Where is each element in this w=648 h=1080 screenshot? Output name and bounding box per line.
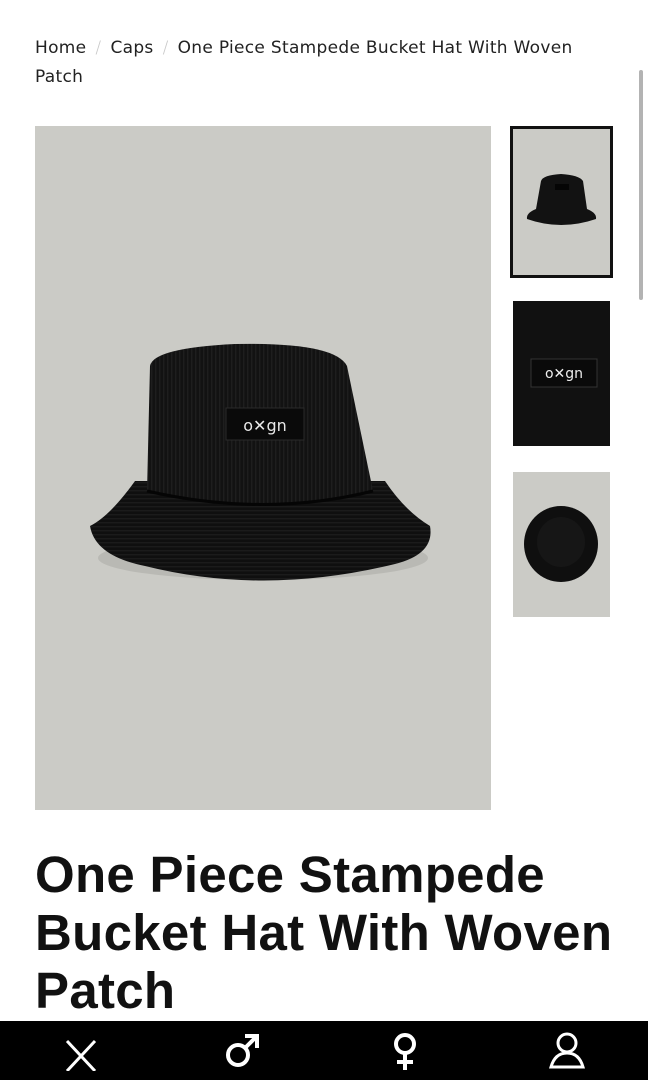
breadcrumb-separator: / (95, 38, 102, 58)
nav-account[interactable] (527, 1021, 607, 1080)
thumbnail-top[interactable] (513, 472, 610, 617)
breadcrumb: Home / Caps / One Piece Stampede Bucket Hat … (35, 34, 615, 92)
thumbnail-top-hat-icon (524, 506, 598, 582)
nav-close[interactable] (41, 1021, 121, 1080)
nav-women[interactable] (365, 1021, 445, 1080)
breadcrumb-separator: / (162, 38, 169, 58)
thumbnail-front[interactable] (510, 126, 613, 278)
breadcrumb-home-link[interactable]: Home (35, 38, 86, 58)
page-scrollbar[interactable] (639, 70, 643, 300)
thumbnail-patch[interactable]: o✕gn (513, 301, 610, 446)
thumbnail-front-hat-icon (526, 174, 597, 225)
breadcrumb-caps-link[interactable]: Caps (110, 38, 153, 58)
product-title: One Piece Stampede Bucket Hat With Woven… (35, 846, 613, 1019)
thumbnail-patch-text: o✕gn (545, 366, 583, 382)
hat-patch-text: o✕gn (243, 416, 287, 435)
nav-men[interactable] (203, 1021, 283, 1080)
account-icon (549, 1032, 585, 1069)
bucket-hat-image: o✕gn (90, 343, 431, 581)
close-icon (65, 1039, 97, 1071)
female-icon (394, 1033, 416, 1070)
thumbnail-patch-icon: o✕gn (530, 358, 598, 388)
bottom-nav (0, 1021, 648, 1080)
product-main-image[interactable]: o✕gn (35, 126, 491, 810)
male-icon (226, 1034, 259, 1067)
